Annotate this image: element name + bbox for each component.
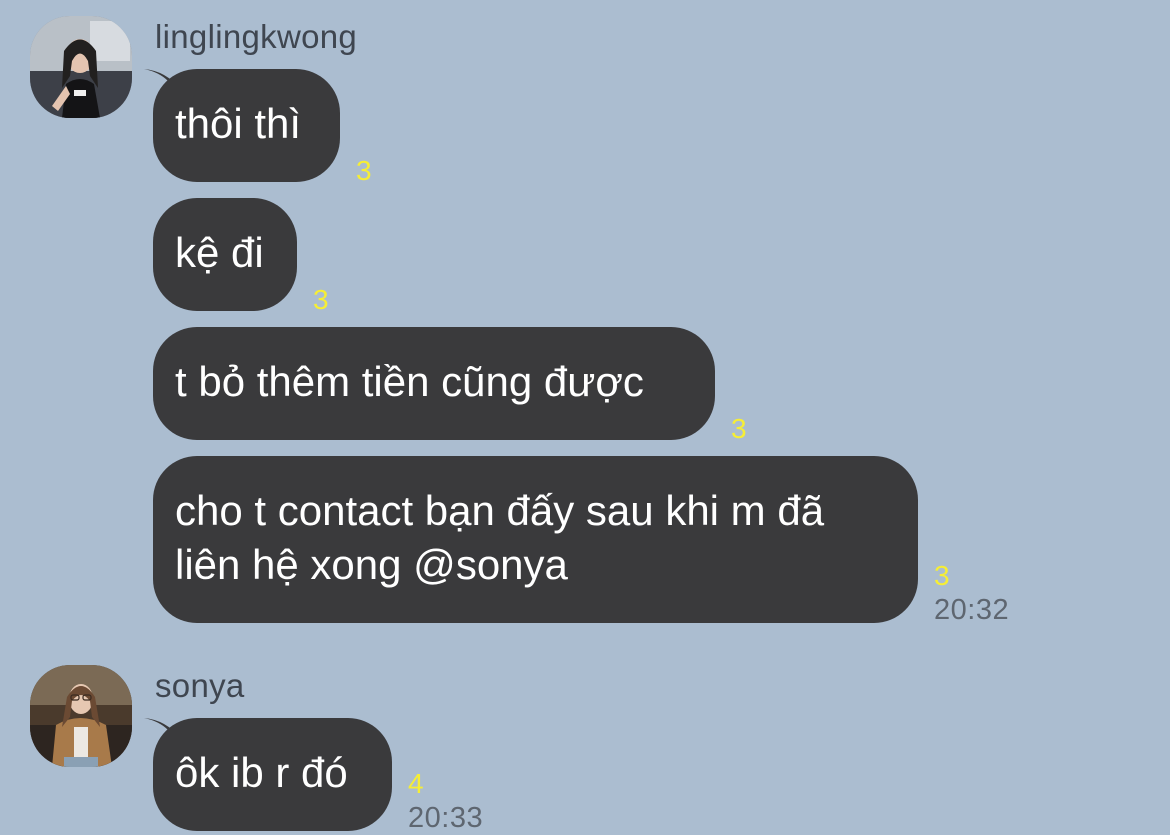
message-bubble[interactable]: t bỏ thêm tiền cũng được — [153, 327, 715, 440]
bubble-tail — [144, 69, 184, 109]
message-timestamp: 20:33 — [408, 802, 484, 834]
chat-view: linglingkwong thôi thì 3 kệ đi 3 t bỏ th… — [0, 0, 1170, 834]
unread-count: 4 — [408, 768, 424, 799]
unread-count: 3 — [356, 155, 372, 186]
unread-count: 3 — [313, 284, 329, 315]
sender-name: linglingkwong — [155, 18, 358, 55]
message-text-line: liên hệ xong @sonya — [175, 541, 568, 588]
message-text-line: cho t contact bạn đấy sau khi m đã — [175, 487, 825, 534]
message-bubble[interactable]: cho t contact bạn đấy sau khi m đã liên … — [153, 456, 918, 623]
unread-count: 3 — [934, 560, 950, 591]
bubble-tail — [144, 718, 184, 758]
message-text: ôk ib r đó — [175, 749, 348, 796]
message-timestamp: 20:32 — [934, 594, 1010, 626]
avatar-sonya[interactable] — [30, 665, 132, 767]
sender-name: sonya — [155, 667, 245, 704]
message-bubble[interactable]: kệ đi — [153, 198, 297, 311]
message-bubble[interactable]: ôk ib r đó — [144, 718, 392, 831]
message-text: t bỏ thêm tiền cũng được — [175, 358, 644, 405]
message-text: thôi thì — [175, 100, 302, 147]
message-text: kệ đi — [175, 229, 264, 276]
message-bubble[interactable]: thôi thì — [144, 69, 340, 182]
unread-count: 3 — [731, 413, 747, 444]
avatar-linglingkwong[interactable] — [30, 16, 132, 118]
